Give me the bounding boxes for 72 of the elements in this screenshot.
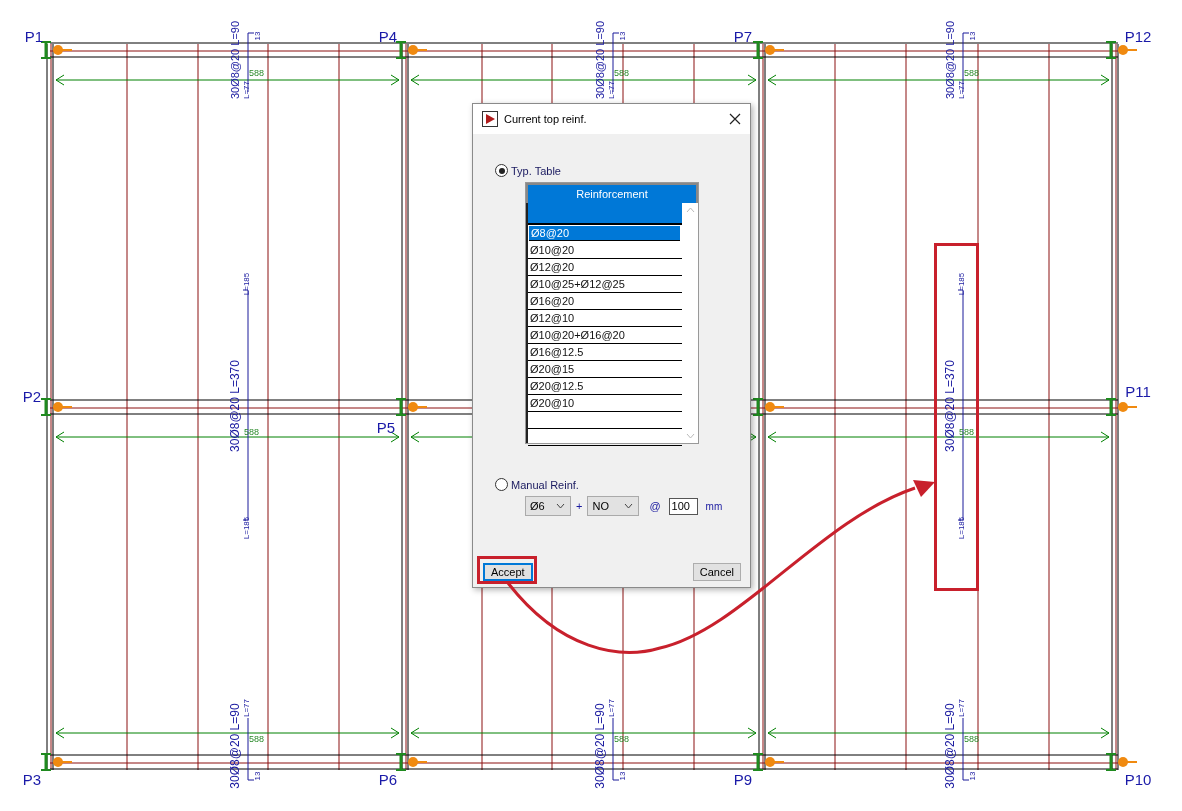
- play-icon: [482, 111, 498, 127]
- rebar-label: 30Ø8@20 L=90: [594, 703, 606, 789]
- list-row[interactable]: Ø20@10: [528, 395, 682, 412]
- anchor-length-label: L=77: [958, 699, 966, 717]
- dialog-button[interactable]: Cancel: [692, 563, 741, 581]
- pillar-label: P3: [22, 771, 42, 787]
- highlighted-row[interactable]: [528, 203, 682, 225]
- chevron-down-icon: [556, 503, 565, 509]
- pillar-label: P11: [1125, 383, 1151, 399]
- hook-length-label: 13: [254, 31, 262, 41]
- bar-length-label: L=185: [958, 272, 966, 296]
- list-row[interactable]: Ø16@20: [528, 293, 682, 310]
- chevron-down-icon: [624, 503, 634, 509]
- list-row[interactable]: Ø12@10: [528, 310, 682, 327]
- span-dimension: 588: [614, 735, 630, 744]
- span-dimension: 588: [964, 735, 980, 744]
- extra-bar-dropdown[interactable]: NO: [587, 496, 640, 516]
- rebar-label: 30Ø8@20 L=370: [944, 360, 956, 452]
- typ-table-radio[interactable]: Typ. Table: [495, 164, 750, 177]
- pillar-label: P6: [378, 771, 398, 787]
- hook-length-label: 13: [969, 771, 977, 781]
- rebar-label: 30Ø8@20 L=90: [594, 20, 606, 100]
- rebar-label: 30Ø8@20 L=90: [229, 703, 241, 789]
- span-dimension: 588: [249, 69, 265, 78]
- rebar-label: 30Ø8@20 L=90: [944, 20, 956, 100]
- bar-length-label: L=185: [958, 516, 966, 540]
- pillar-label: P10: [1124, 771, 1152, 787]
- hook-length-label: 13: [254, 771, 262, 781]
- pillar-label: P9: [733, 771, 753, 787]
- anchor-length-label: L=77: [243, 699, 251, 717]
- span-dimension: 588: [249, 735, 265, 744]
- highlight-frame: [477, 556, 537, 584]
- at-sign: @: [648, 500, 662, 512]
- anchor-length-label: L=77: [608, 699, 616, 717]
- rebar-label: 30Ø8@20 L=370: [229, 360, 241, 452]
- anchor-length-label: L=77: [243, 81, 251, 99]
- list-row[interactable]: Ø16@12.5: [528, 344, 682, 361]
- pillar-label: P1: [24, 28, 44, 44]
- span-dimension: 588: [959, 428, 975, 437]
- list-row[interactable]: Ø10@20: [528, 242, 682, 259]
- pillar-label: P12: [1124, 28, 1152, 44]
- unit-label: mm: [704, 500, 724, 512]
- pillar-label: P2: [22, 388, 42, 404]
- list-row[interactable]: Ø8@20: [529, 226, 680, 241]
- list-row[interactable]: Ø10@25+Ø12@25: [528, 276, 682, 293]
- rebar-label: 30Ø8@20 L=90: [944, 703, 956, 789]
- hook-length-label: 13: [619, 771, 627, 781]
- dialog-title: Current top reinf.: [504, 113, 588, 125]
- hook-length-label: 13: [619, 31, 627, 41]
- pillar-label: P7: [733, 28, 753, 44]
- list-row[interactable]: Ø12@20: [528, 259, 682, 276]
- column-header[interactable]: Reinforcement: [526, 183, 698, 203]
- manual-reinf-radio[interactable]: Manual Reinf.: [495, 478, 750, 491]
- anchor-length-label: L=77: [608, 81, 616, 99]
- span-dimension: 588: [244, 428, 260, 437]
- span-dimension: 588: [614, 69, 630, 78]
- list-row[interactable]: Ø10@20+Ø16@20: [528, 327, 682, 344]
- rebar-label: 30Ø8@20 L=90: [229, 20, 241, 100]
- hook-length-label: 13: [969, 31, 977, 41]
- anchor-length-label: L=77: [958, 81, 966, 99]
- dialog-button[interactable]: Accept: [483, 563, 533, 581]
- pillar-label: P4: [378, 28, 398, 44]
- span-dimension: 588: [964, 69, 980, 78]
- bar-dropdown[interactable]: Ø6: [525, 496, 571, 516]
- close-icon[interactable]: [729, 113, 741, 125]
- bar-length-label: L=185: [243, 516, 251, 540]
- plus-sign: +: [575, 500, 584, 512]
- list-row[interactable]: Ø20@15: [528, 361, 682, 378]
- bar-length-label: L=185: [243, 272, 251, 296]
- spacing-input[interactable]: 100: [668, 497, 698, 515]
- list-row[interactable]: Ø20@12.5: [528, 378, 682, 395]
- pillar-label: P5: [376, 419, 396, 435]
